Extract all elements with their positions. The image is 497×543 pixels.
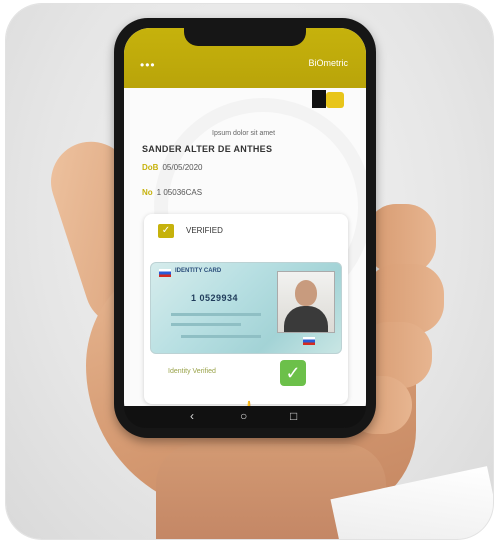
logo-icon	[312, 90, 350, 112]
success-check-icon: ✓	[280, 360, 306, 386]
menu-dots-icon[interactable]: •••	[140, 58, 156, 72]
id-card-line	[171, 323, 241, 326]
small-flag-icon	[303, 337, 315, 345]
logo-black-block	[312, 90, 326, 108]
id-number-row: No 1 05036CAS	[142, 188, 202, 197]
id-card-line	[181, 335, 261, 338]
flag-icon	[159, 269, 171, 277]
id-card-line	[171, 313, 261, 316]
date-of-birth: DoB 05/05/2020	[142, 163, 203, 172]
dob-label: DoB	[142, 163, 159, 172]
id-label: No	[142, 188, 153, 197]
recent-apps-icon[interactable]: □	[290, 409, 297, 423]
phone-screen: ••• BiOmetric Ipsum dolor sit amet SANDE…	[124, 28, 366, 428]
back-icon[interactable]: ‹	[190, 409, 194, 423]
id-card-number: 1 0529934	[191, 293, 239, 303]
id-value: 1 05036CAS	[156, 188, 203, 197]
header-title: BiOmetric	[308, 58, 348, 68]
home-icon[interactable]: ○	[240, 409, 247, 423]
photo-head	[295, 280, 317, 306]
android-navbar: ‹ ○ □	[124, 406, 366, 428]
id-card-image: IDENTITY CARD 1 0529934	[150, 262, 342, 354]
smartphone: ••• BiOmetric Ipsum dolor sit amet SANDE…	[114, 18, 376, 438]
photo-tile: ••• BiOmetric Ipsum dolor sit amet SANDE…	[6, 4, 493, 539]
verification-card[interactable]: ✓ VERIFIED IDENTITY CARD 1 0529934 Ident…	[144, 214, 348, 404]
check-icon[interactable]: ✓	[158, 224, 174, 238]
verification-label: VERIFIED	[186, 226, 223, 235]
subtitle-line: Ipsum dolor sit amet	[212, 130, 276, 137]
verification-status: Identity Verified	[168, 368, 216, 375]
photo-shoulders	[284, 306, 328, 332]
person-name: SANDER ALTER DE ANTHES	[142, 144, 273, 154]
logo-yellow-block	[326, 92, 344, 108]
dob-value: 05/05/2020	[162, 163, 203, 172]
phone-notch	[184, 28, 306, 46]
id-card-title: IDENTITY CARD	[175, 268, 222, 274]
id-photo	[277, 271, 335, 333]
